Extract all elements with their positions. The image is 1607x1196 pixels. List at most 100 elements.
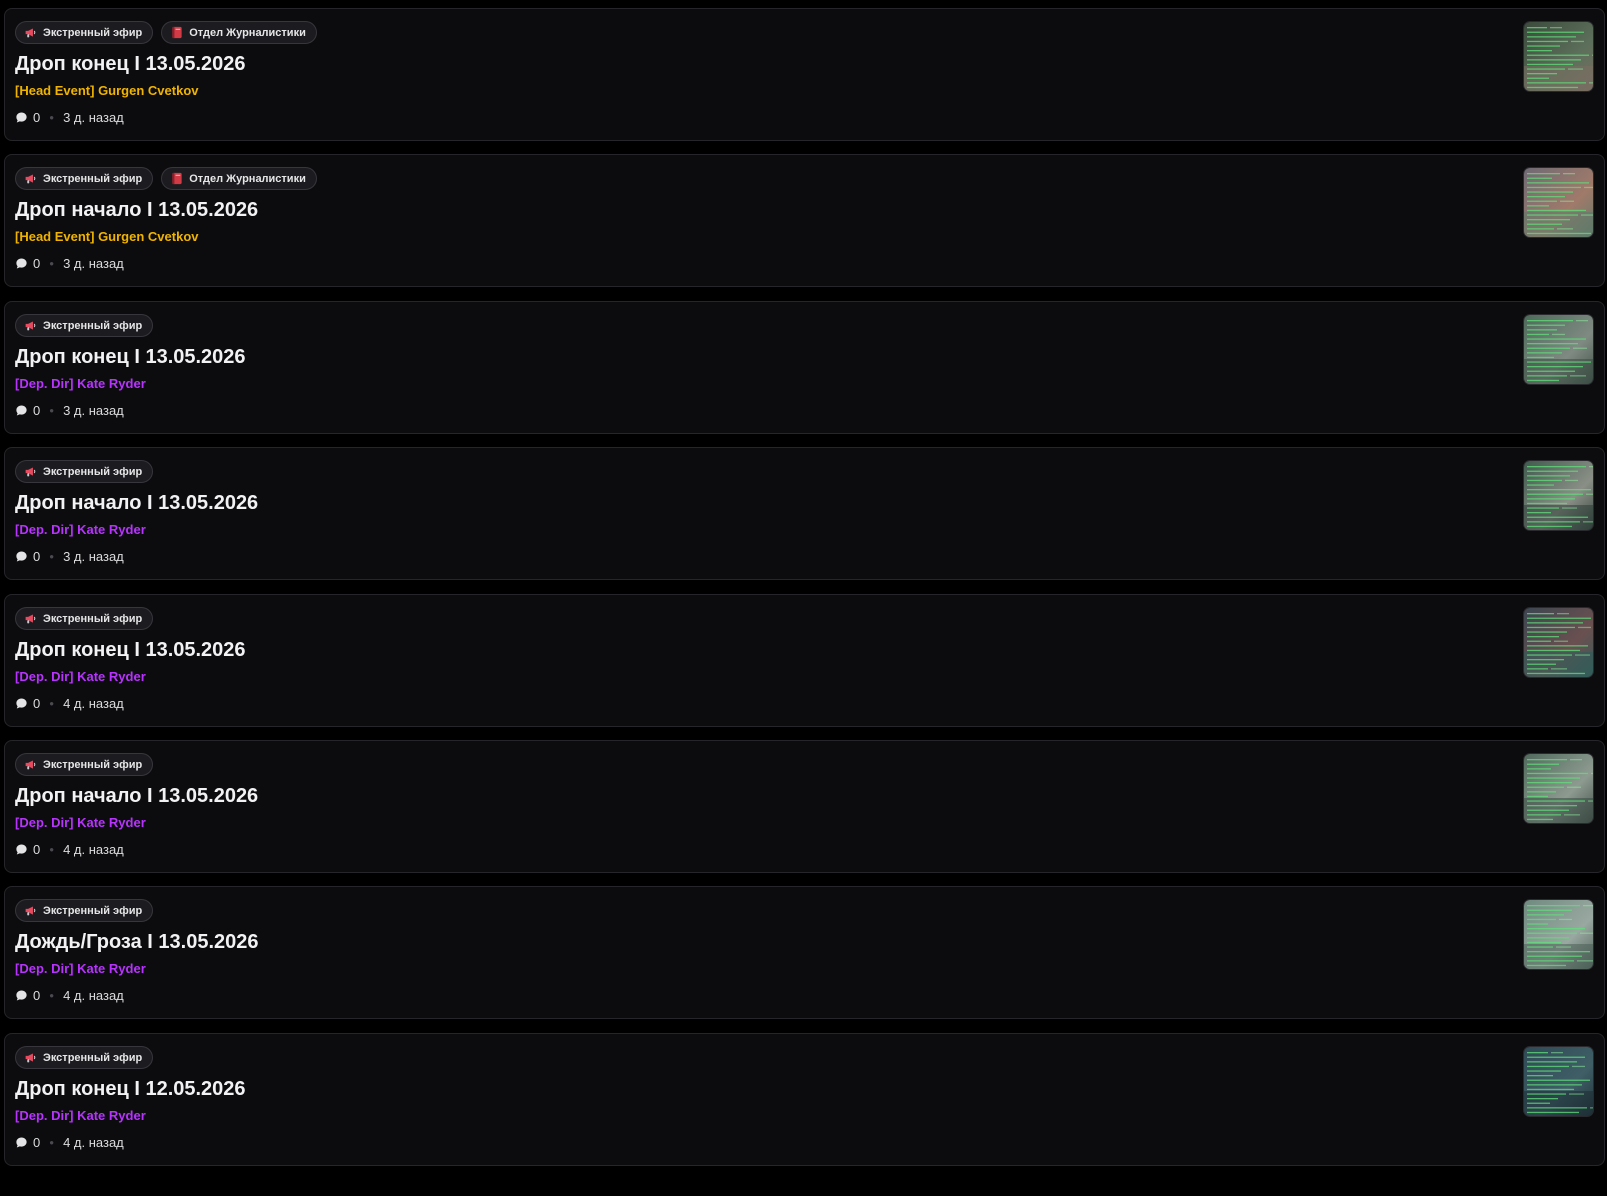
post-title[interactable]: Дроп конец I 12.05.2026	[15, 1078, 246, 1101]
post-title[interactable]: Дроп конец I 13.05.2026	[15, 53, 246, 76]
post-card[interactable]: Экстренный эфир Дроп конец I 13.05.2026 …	[4, 301, 1605, 434]
separator-dot: ●	[49, 845, 55, 854]
tag-chip[interactable]: Экстренный эфир	[15, 314, 154, 337]
post-title[interactable]: Дроп начало I 13.05.2026	[15, 199, 258, 222]
post-card[interactable]: Экстренный эфир Дроп конец I 12.05.2026 …	[4, 1033, 1605, 1166]
tag-chip[interactable]: Экстренный эфир	[15, 167, 154, 190]
post-time: 4 д. назад	[63, 1135, 124, 1150]
comment-count: 0	[33, 549, 41, 564]
post-meta: 0 ● 4 д. назад	[15, 842, 124, 857]
post-meta: 0 ● 3 д. назад	[15, 403, 124, 418]
post-time: 3 д. назад	[63, 256, 124, 271]
post-author[interactable]: [Dep. Dir] Kate Ryder	[15, 376, 146, 391]
post-meta: 0 ● 4 д. назад	[15, 1135, 124, 1150]
post-tags: Экстренный эфир	[15, 460, 154, 483]
separator-dot: ●	[49, 113, 55, 122]
post-author[interactable]: [Head Event] Gurgen Cvetkov	[15, 83, 199, 98]
speech-bubble-icon	[15, 111, 28, 124]
post-card[interactable]: Экстренный эфир Отдел Журналистики Дроп …	[4, 8, 1605, 141]
post-card[interactable]: Экстренный эфир Дроп конец I 13.05.2026 …	[4, 594, 1605, 727]
speech-bubble-icon	[15, 550, 28, 563]
megaphone-icon	[24, 26, 37, 39]
speech-bubble-icon	[15, 1136, 28, 1149]
post-thumbnail[interactable]	[1523, 167, 1594, 238]
post-author[interactable]: [Dep. Dir] Kate Ryder	[15, 669, 146, 684]
post-thumbnail[interactable]	[1523, 899, 1594, 970]
megaphone-icon	[24, 172, 37, 185]
post-author[interactable]: [Dep. Dir] Kate Ryder	[15, 1108, 146, 1123]
post-thumbnail[interactable]	[1523, 753, 1594, 824]
comment-count: 0	[33, 696, 41, 711]
speech-bubble-icon	[15, 257, 28, 270]
tag-chip[interactable]: Экстренный эфир	[15, 899, 154, 922]
post-time: 3 д. назад	[63, 110, 124, 125]
separator-dot: ●	[49, 991, 55, 1000]
post-title[interactable]: Дроп начало I 13.05.2026	[15, 785, 258, 808]
post-time: 4 д. назад	[63, 842, 124, 857]
comment-count: 0	[33, 256, 41, 271]
post-title[interactable]: Дождь/Гроза I 13.05.2026	[15, 931, 259, 954]
post-feed: Экстренный эфир Отдел Журналистики Дроп …	[0, 0, 1607, 1196]
tag-chip[interactable]: Отдел Журналистики	[161, 167, 317, 190]
tag-label: Экстренный эфир	[43, 612, 143, 625]
tag-label: Экстренный эфир	[43, 172, 143, 185]
post-tags: Экстренный эфир	[15, 314, 154, 337]
separator-dot: ●	[49, 1138, 55, 1147]
post-card[interactable]: Экстренный эфир Дождь/Гроза I 13.05.2026…	[4, 886, 1605, 1019]
speech-bubble-icon	[15, 989, 28, 1002]
post-author[interactable]: [Dep. Dir] Kate Ryder	[15, 961, 146, 976]
post-time: 4 д. назад	[63, 696, 124, 711]
megaphone-icon	[24, 612, 37, 625]
post-card[interactable]: Экстренный эфир Отдел Журналистики Дроп …	[4, 154, 1605, 287]
tag-label: Экстренный эфир	[43, 758, 143, 771]
separator-dot: ●	[49, 259, 55, 268]
post-time: 4 д. назад	[63, 988, 124, 1003]
post-tags: Экстренный эфир	[15, 607, 154, 630]
separator-dot: ●	[49, 699, 55, 708]
post-card[interactable]: Экстренный эфир Дроп начало I 13.05.2026…	[4, 740, 1605, 873]
tag-chip[interactable]: Экстренный эфир	[15, 607, 154, 630]
post-thumbnail[interactable]	[1523, 314, 1594, 385]
megaphone-icon	[24, 758, 37, 771]
post-thumbnail[interactable]	[1523, 460, 1594, 531]
comment-count: 0	[33, 110, 41, 125]
post-author[interactable]: [Dep. Dir] Kate Ryder	[15, 522, 146, 537]
post-tags: Экстренный эфир Отдел Журналистики	[15, 21, 317, 44]
post-meta: 0 ● 3 д. назад	[15, 256, 124, 271]
post-author[interactable]: [Head Event] Gurgen Cvetkov	[15, 229, 199, 244]
tag-chip[interactable]: Экстренный эфир	[15, 460, 154, 483]
post-meta: 0 ● 3 д. назад	[15, 549, 124, 564]
tag-chip[interactable]: Экстренный эфир	[15, 753, 154, 776]
megaphone-icon	[24, 319, 37, 332]
post-card[interactable]: Экстренный эфир Дроп начало I 13.05.2026…	[4, 447, 1605, 580]
comment-count: 0	[33, 1135, 41, 1150]
speech-bubble-icon	[15, 404, 28, 417]
tag-label: Экстренный эфир	[43, 904, 143, 917]
post-tags: Экстренный эфир	[15, 1046, 154, 1069]
post-title[interactable]: Дроп начало I 13.05.2026	[15, 492, 258, 515]
post-time: 3 д. назад	[63, 403, 124, 418]
red-book-icon	[170, 26, 183, 39]
megaphone-icon	[24, 904, 37, 917]
tag-label: Экстренный эфир	[43, 465, 143, 478]
comment-count: 0	[33, 403, 41, 418]
post-author[interactable]: [Dep. Dir] Kate Ryder	[15, 815, 146, 830]
post-tags: Экстренный эфир Отдел Журналистики	[15, 167, 317, 190]
speech-bubble-icon	[15, 843, 28, 856]
speech-bubble-icon	[15, 697, 28, 710]
tag-chip[interactable]: Экстренный эфир	[15, 21, 154, 44]
tag-label: Отдел Журналистики	[189, 172, 306, 185]
post-tags: Экстренный эфир	[15, 899, 154, 922]
post-thumbnail[interactable]	[1523, 21, 1594, 92]
red-book-icon	[170, 172, 183, 185]
post-thumbnail[interactable]	[1523, 607, 1594, 678]
post-title[interactable]: Дроп конец I 13.05.2026	[15, 346, 246, 369]
tag-chip[interactable]: Отдел Журналистики	[161, 21, 317, 44]
tag-chip[interactable]: Экстренный эфир	[15, 1046, 154, 1069]
post-meta: 0 ● 3 д. назад	[15, 110, 124, 125]
megaphone-icon	[24, 465, 37, 478]
post-title[interactable]: Дроп конец I 13.05.2026	[15, 639, 246, 662]
post-thumbnail[interactable]	[1523, 1046, 1594, 1117]
post-meta: 0 ● 4 д. назад	[15, 696, 124, 711]
comment-count: 0	[33, 842, 41, 857]
